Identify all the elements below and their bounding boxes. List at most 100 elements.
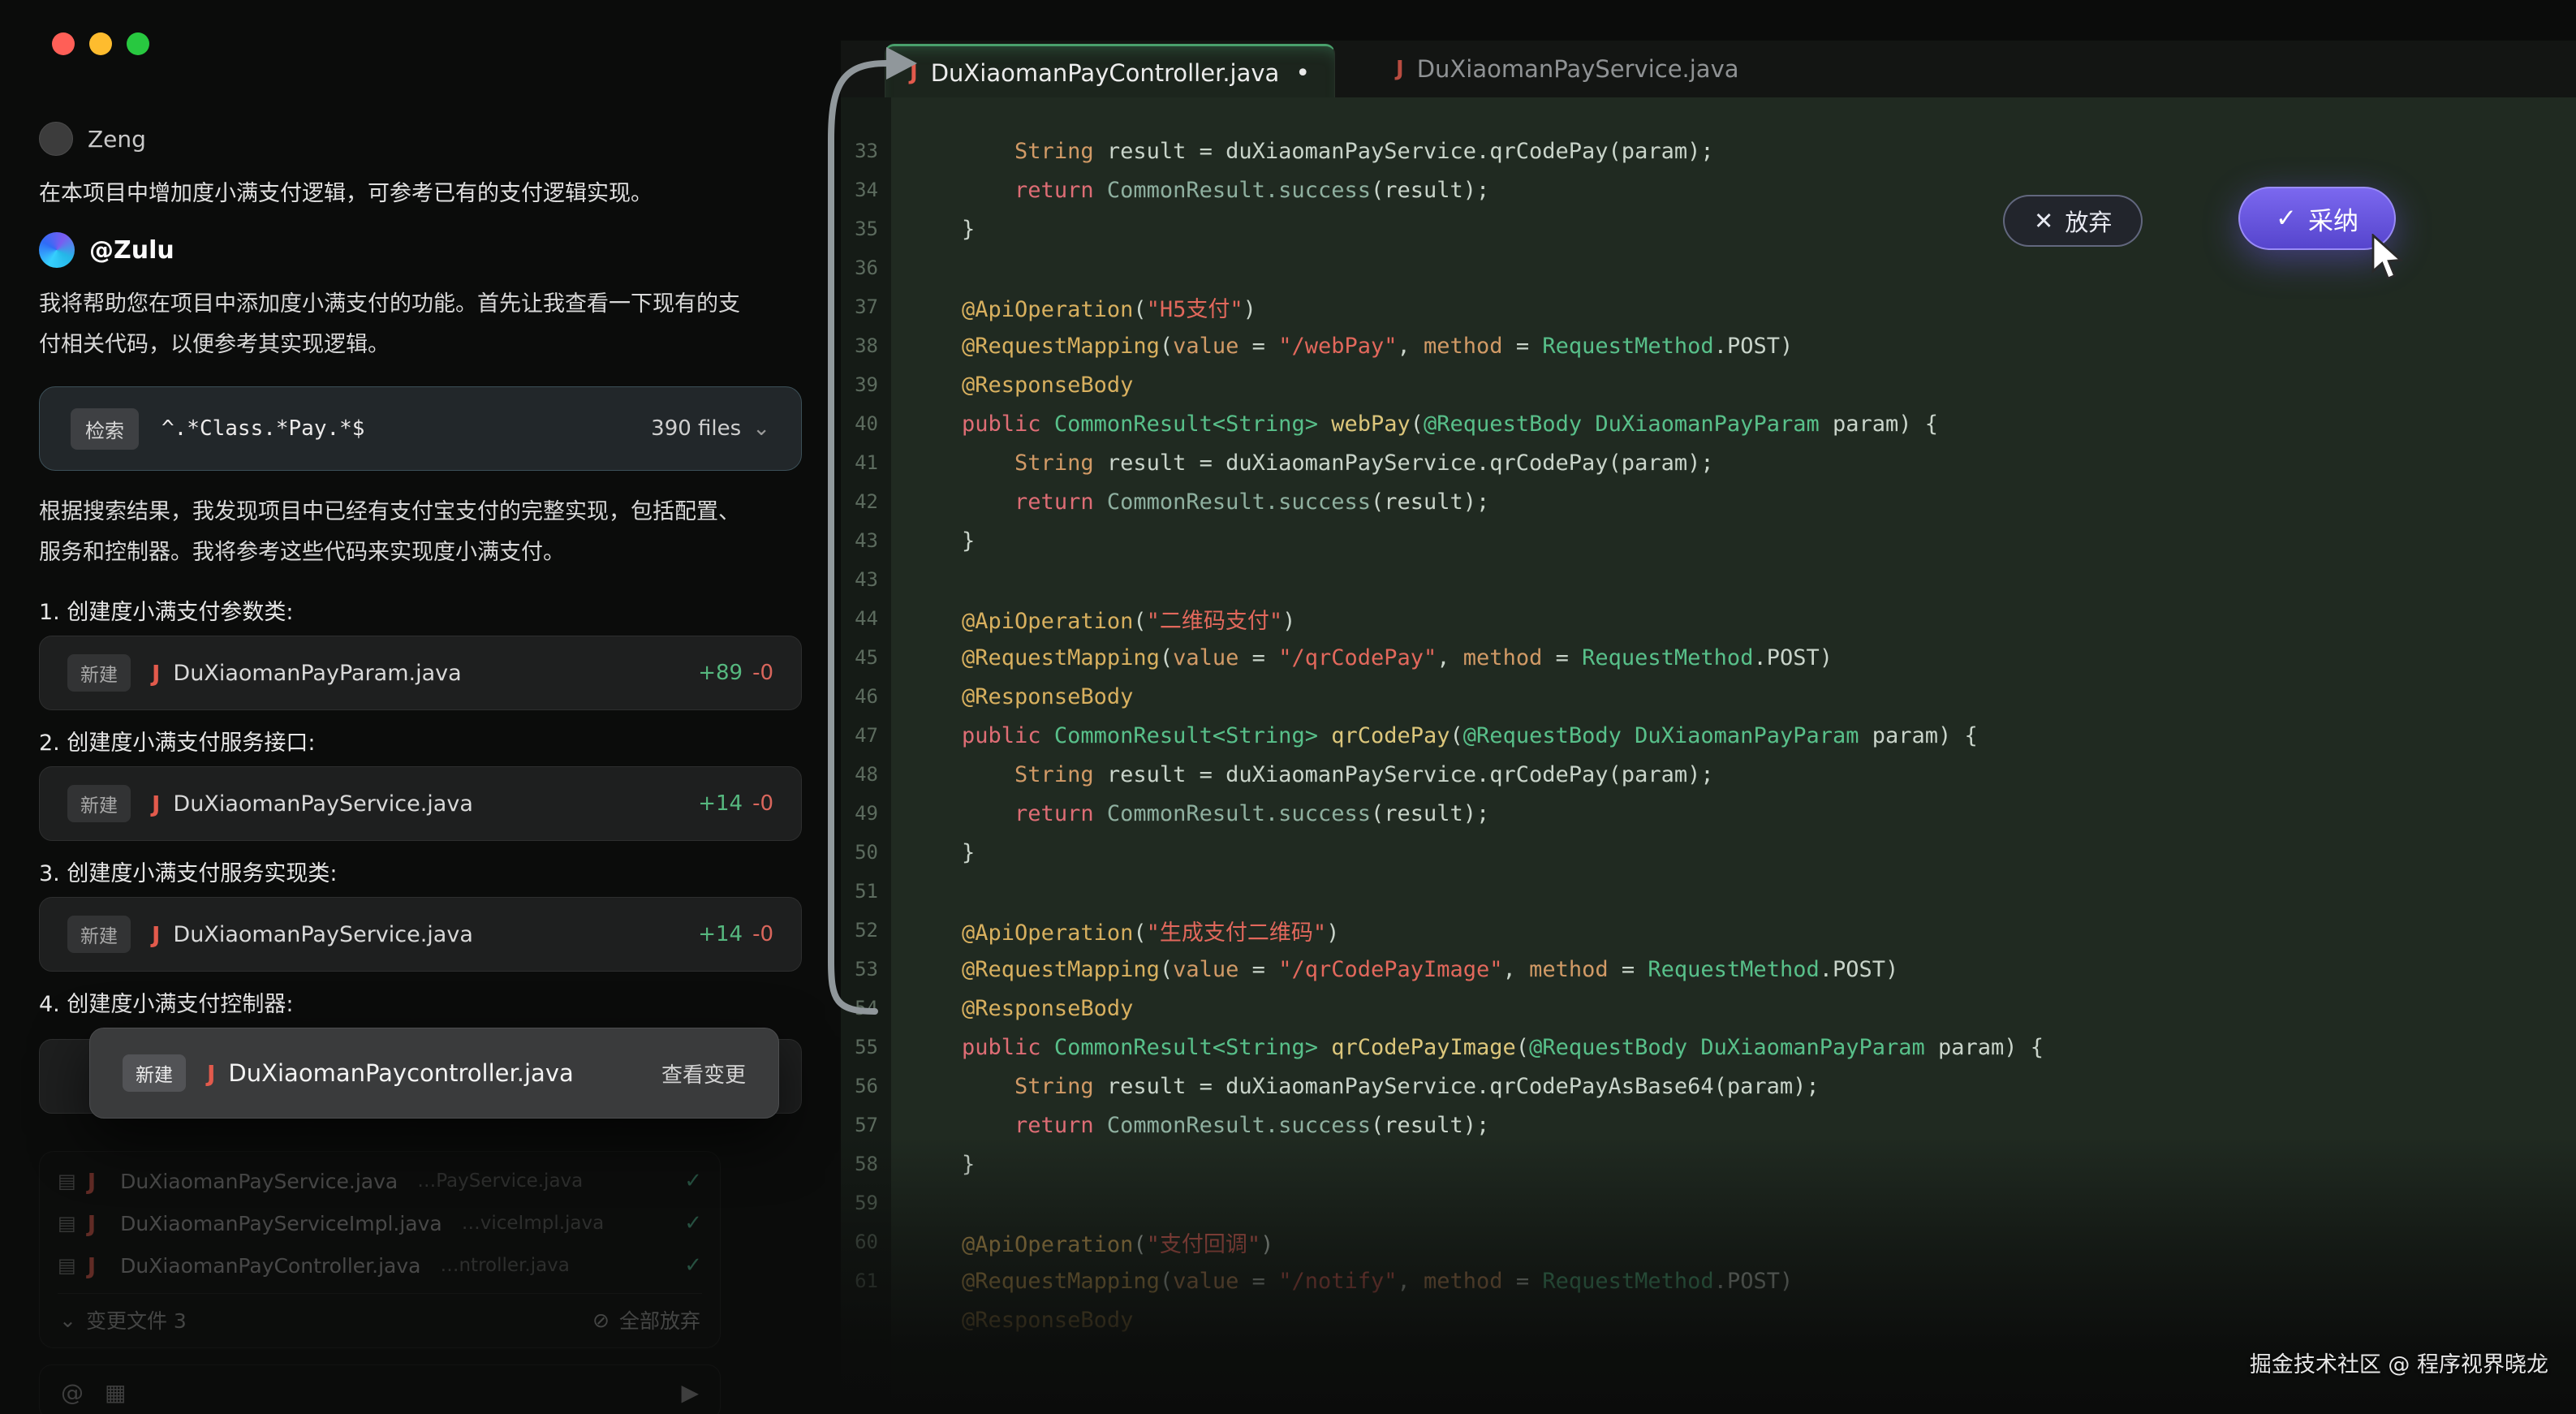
changed-file-hint: …viceImpl.java — [462, 1213, 604, 1234]
tab-label: DuXiaomanPayController.java — [931, 59, 1280, 87]
code-text: return CommonResult.success(result); — [891, 1113, 1489, 1138]
at-icon[interactable]: @ — [61, 1379, 84, 1406]
send-icon[interactable]: ▶ — [681, 1379, 699, 1406]
code-text: return CommonResult.success(result); — [891, 489, 1489, 515]
new-badge: 新建 — [123, 1054, 186, 1092]
file-card-param[interactable]: 新建 J DuXiaomanPayParam.java +89 -0 — [39, 636, 802, 710]
code-text: } — [891, 1152, 975, 1177]
code-text: } — [891, 528, 975, 554]
code-text: @RequestMapping(value = "/notify", metho… — [891, 1269, 1793, 1294]
code-text: String result = duXiaomanPayService.qrCo… — [891, 139, 1714, 164]
step-4-title: 4. 创建度小满支付控制器: — [39, 986, 810, 1018]
collapse-icon[interactable]: ⌄ — [59, 1308, 76, 1332]
window-controls — [52, 32, 149, 55]
java-icon: J — [910, 61, 918, 85]
code-text: return CommonResult.success(result); — [891, 178, 1489, 203]
code-line: 38 @RequestMapping(value = "/webPay", me… — [841, 326, 2576, 365]
code-line: 37 @ApiOperation("H5支付") — [841, 287, 2576, 326]
discard-button[interactable]: ✕ 放弃 — [2003, 195, 2143, 247]
line-number: 49 — [841, 802, 891, 825]
app-window: Zeng 在本项目中增加度小满支付逻辑，可参考已有的支付逻辑实现。 @Zulu … — [0, 0, 2576, 1414]
changed-file-row[interactable]: ▤ J DuXiaomanPayController.java …ntrolle… — [58, 1244, 702, 1287]
file-name: DuXiaomanPayService.java — [173, 791, 472, 817]
diff-stats: +89 -0 — [698, 661, 773, 685]
file-card-service[interactable]: 新建 J DuXiaomanPayService.java +14 -0 — [39, 766, 802, 841]
java-icon: J — [88, 1168, 96, 1195]
user-message: 在本项目中增加度小满支付逻辑，可参考已有的支付逻辑实现。 — [39, 174, 753, 214]
code-text: @ResponseBody — [891, 1308, 1133, 1333]
code-line: 48 String result = duXiaomanPayService.q… — [841, 755, 2576, 794]
code-line: 55 public CommonResult<String> qrCodePay… — [841, 1028, 2576, 1067]
tab-service[interactable]: J DuXiaomanPayService.java — [1380, 41, 1755, 97]
line-number: 37 — [841, 295, 891, 318]
diff-stats: +14 -0 — [698, 791, 773, 816]
discard-label: 放弃 — [2065, 204, 2112, 238]
line-number: 34 — [841, 179, 891, 201]
changed-file-row[interactable]: ▤ J DuXiaomanPayServiceImpl.java …viceIm… — [58, 1202, 702, 1244]
line-number: 43 — [841, 529, 891, 552]
discard-all[interactable]: ⊘ 全部放弃 — [592, 1305, 700, 1334]
view-changes-link[interactable]: 查看变更 — [661, 1058, 746, 1089]
code-line: 39 @ResponseBody — [841, 365, 2576, 404]
assistant-name: @Zulu — [89, 236, 174, 265]
search-card[interactable]: 检索 ^.*Class.*Pay.*$ 390 files ⌄ — [39, 386, 802, 471]
chevron-down-icon[interactable]: ⌄ — [752, 416, 770, 441]
code-line: 53 @RequestMapping(value = "/qrCodePayIm… — [841, 950, 2576, 989]
code-editor[interactable]: 33 String result = duXiaomanPayService.q… — [841, 97, 2576, 1414]
code-text: @ResponseBody — [891, 373, 1133, 398]
changed-files-summary[interactable]: 变更文件 3 — [86, 1305, 187, 1334]
file-card-controller[interactable]: 新建 J DuXiaomanPaycontroller.java 查看变更 — [89, 1028, 779, 1119]
code-line: 43 } — [841, 521, 2576, 560]
minimize-button[interactable] — [89, 32, 112, 55]
zoom-button[interactable] — [127, 32, 149, 55]
changed-file-name: DuXiaomanPayServiceImpl.java — [120, 1212, 442, 1235]
watermark: 掘金技术社区 @ 程序视界晓龙 — [2250, 1347, 2548, 1378]
java-icon: J — [88, 1210, 96, 1237]
code-text: return CommonResult.success(result); — [891, 801, 1489, 826]
file-icon: ▤ — [58, 1170, 76, 1192]
changed-file-hint: …PayService.java — [417, 1170, 583, 1192]
grid-icon[interactable]: ▦ — [105, 1379, 126, 1406]
line-number: 47 — [841, 724, 891, 747]
code-text: @ResponseBody — [891, 684, 1133, 709]
code-line: 44 @ApiOperation("二维码支付") — [841, 599, 2576, 638]
code-line: 36 — [841, 248, 2576, 287]
accept-button[interactable]: ✓ 采纳 — [2238, 187, 2396, 250]
code-text: } — [891, 840, 975, 865]
line-number: 36 — [841, 257, 891, 279]
close-button[interactable] — [52, 32, 75, 55]
diff-stats: +14 -0 — [698, 922, 773, 946]
line-number: 40 — [841, 412, 891, 435]
user-avatar — [39, 122, 73, 156]
line-number: 48 — [841, 763, 891, 786]
file-name: DuXiaomanPaycontroller.java — [228, 1059, 573, 1087]
assistant-analysis: 根据搜索结果，我发现项目中已经有支付宝支付的完整实现，包括配置、服务和控制器。我… — [39, 492, 753, 573]
code-line: 42 return CommonResult.success(result); — [841, 482, 2576, 521]
line-number: 38 — [841, 334, 891, 357]
check-icon: ✓ — [684, 1211, 702, 1235]
discard-all-icon: ⊘ — [592, 1308, 610, 1332]
chat-panel: Zeng 在本项目中增加度小满支付逻辑，可参考已有的支付逻辑实现。 @Zulu … — [39, 122, 810, 1414]
line-number: 50 — [841, 841, 891, 864]
file-card-service-impl[interactable]: 新建 J DuXiaomanPayService.java +14 -0 — [39, 897, 802, 972]
lines-removed: -0 — [752, 661, 773, 685]
check-icon: ✓ — [684, 1169, 702, 1193]
changed-file-row[interactable]: ▤ J DuXiaomanPayService.java …PayService… — [58, 1160, 702, 1202]
java-icon: J — [88, 1252, 96, 1279]
java-icon: J — [152, 791, 160, 817]
chat-input-bar[interactable]: @ ▦ ▶ — [39, 1364, 721, 1414]
java-icon: J — [152, 660, 160, 687]
line-number: 35 — [841, 218, 891, 240]
file-name: DuXiaomanPayService.java — [173, 922, 472, 947]
file-name: DuXiaomanPayParam.java — [173, 661, 461, 686]
java-icon: J — [1396, 57, 1404, 81]
java-icon: J — [207, 1060, 215, 1087]
search-pattern: ^.*Class.*Pay.*$ — [162, 416, 364, 441]
search-button[interactable]: 检索 — [71, 408, 139, 450]
code-line: 46 @ResponseBody — [841, 677, 2576, 716]
tab-controller[interactable]: J DuXiaomanPayController.java • — [885, 44, 1335, 100]
dimmed-section: ▤ J DuXiaomanPayService.java …PayService… — [39, 1151, 721, 1414]
code-line: @ResponseBody — [841, 1300, 2576, 1339]
line-number: 55 — [841, 1036, 891, 1058]
line-number: 52 — [841, 919, 891, 942]
